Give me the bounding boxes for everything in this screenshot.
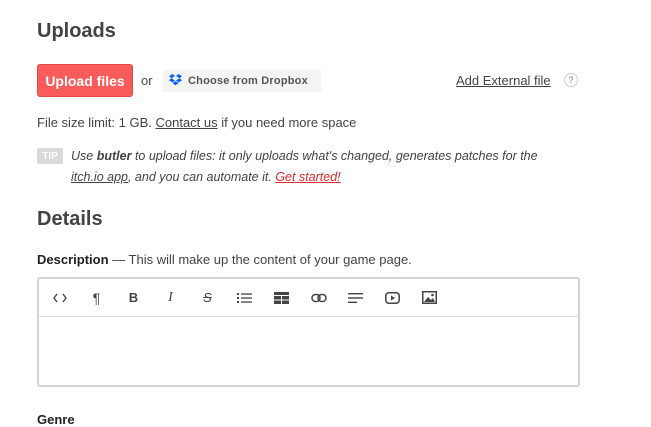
help-icon[interactable]: ? [564,73,578,87]
description-hint: — This will make up the content of your … [112,252,412,267]
tip-use-text: Use [71,149,94,163]
dropbox-button-label: Choose from Dropbox [188,75,308,87]
genre-label: Genre [37,412,75,427]
table-icon [274,291,289,304]
or-label: or [141,73,153,88]
description-editor[interactable]: ¶ B I S [37,277,580,387]
strikethrough-button[interactable]: S [189,280,226,316]
video-icon [385,291,400,304]
size-limit-suffix: if you need more space [221,115,357,130]
strikethrough-icon: S [203,290,212,305]
dropbox-icon [169,73,182,89]
butler-text: butler [96,149,132,163]
bold-icon: B [128,290,139,305]
tip-badge: TIP [37,148,63,164]
table-button[interactable] [263,280,300,316]
add-external-file-link[interactable]: Add External file [456,73,551,88]
contact-us-link[interactable]: Contact us [155,115,217,130]
paragraph-button[interactable]: ¶ [78,280,115,316]
itch-app-link[interactable]: itch.io app [71,170,128,184]
bold-button[interactable]: B [115,280,152,316]
bullet-list-icon [237,292,252,304]
get-started-link[interactable]: Get started! [275,170,340,184]
tip-line1-rest: to upload files: it only uploads what's … [134,149,538,163]
link-icon [310,293,327,303]
link-button[interactable] [300,280,337,316]
image-icon [422,291,437,304]
size-limit-prefix: File size limit: 1 GB. [37,115,152,130]
video-button[interactable] [374,280,411,316]
image-button[interactable] [411,280,448,316]
italic-button[interactable]: I [152,280,189,316]
code-icon [52,293,67,303]
code-view-button[interactable] [41,280,78,316]
description-label-title: Description [37,252,109,267]
align-left-icon [348,292,363,304]
dropbox-button[interactable]: Choose from Dropbox [163,70,321,92]
bullet-list-button[interactable] [226,280,263,316]
uploads-heading: Uploads [37,20,116,42]
italic-icon: I [168,289,173,305]
tip-line-2: itch.io app, and you can automate it. Ge… [71,170,341,184]
file-size-limit-text: File size limit: 1 GB. Contact us if you… [37,115,356,130]
details-heading: Details [37,208,103,230]
upload-files-button[interactable]: Upload files [37,64,133,97]
tip-line-1: Use butler to upload files: it only uplo… [71,149,538,163]
tip-line2-mid: , and you can automate it. [127,170,272,184]
description-label: Description — This will make up the cont… [37,252,412,267]
editor-toolbar: ¶ B I S [39,279,578,317]
pilcrow-icon: ¶ [92,289,101,306]
align-button[interactable] [337,280,374,316]
